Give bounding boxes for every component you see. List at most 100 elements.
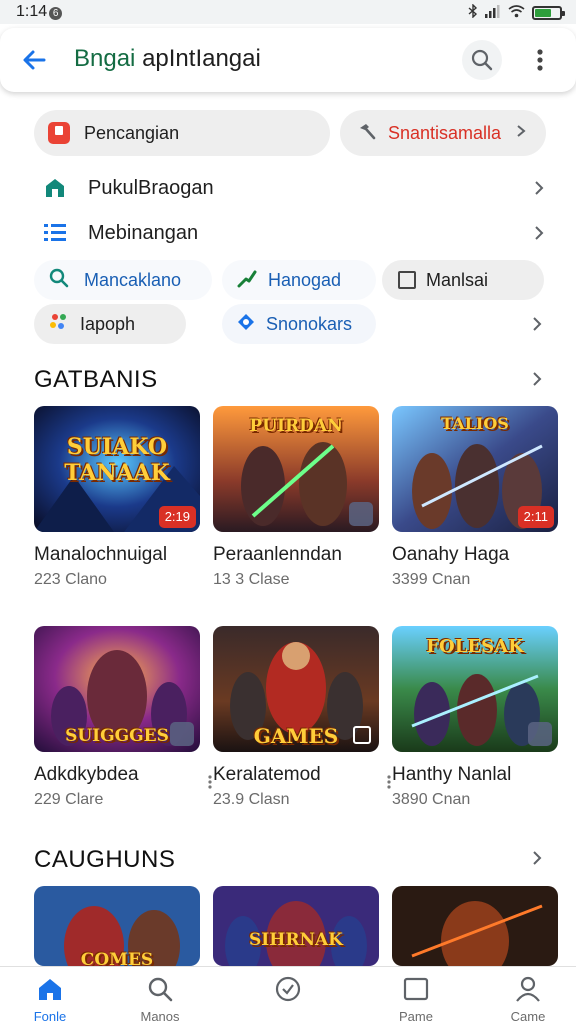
filter-chip-3[interactable]: Iapoph xyxy=(34,304,186,344)
filter-chip-2[interactable]: Manlsai xyxy=(382,260,544,300)
nav-label: Pame xyxy=(399,1009,433,1024)
chip-primary[interactable]: Pencangian xyxy=(34,110,330,156)
filter-chip-4[interactable]: Snonokars xyxy=(222,304,376,344)
expand-icon[interactable] xyxy=(349,502,373,526)
chevron-right-icon[interactable] xyxy=(530,317,544,331)
search-query-title[interactable]: Bngai apIntIangai xyxy=(74,45,261,73)
filter-chip-label: Snonokars xyxy=(266,313,353,334)
bottom-navigation: Fonle Manos Pame Came xyxy=(0,966,576,1024)
list-row-label: Mebinangan xyxy=(88,221,199,244)
game-card[interactable]: GAMES Keralatemod 23.9 Clasn xyxy=(213,626,391,808)
more-options-button[interactable] xyxy=(520,40,560,80)
search-icon xyxy=(48,267,70,294)
game-subtitle: 3399 Cnan xyxy=(392,571,471,588)
search-icon xyxy=(471,49,493,71)
game-thumbnail[interactable]: TALIOS 2:11 xyxy=(392,406,558,532)
filter-chip-label: Mancaklano xyxy=(84,269,182,290)
section-title: CAUGHUNS xyxy=(34,846,176,873)
nav-home[interactable]: Fonle xyxy=(12,967,88,1024)
chip-secondary-label: Snantisamalla xyxy=(388,122,502,143)
hammer-icon xyxy=(356,120,378,147)
bluetooth-icon xyxy=(468,3,478,21)
nav-check[interactable] xyxy=(250,967,326,1024)
chip-secondary[interactable]: Snantisamalla xyxy=(340,110,546,156)
list-icon xyxy=(42,220,68,246)
search-button[interactable] xyxy=(462,40,502,80)
list-row-0[interactable]: PukulBraogan xyxy=(0,168,576,208)
game-card[interactable]: TALIOS 2:11 Oanahy Haga 3399 Cnan xyxy=(392,406,558,588)
chevron-right-icon[interactable] xyxy=(530,372,544,386)
nav-label: Fonle xyxy=(33,1009,67,1024)
game-title: Keralatemod xyxy=(213,764,321,785)
status-time: 1:14 6 xyxy=(16,3,63,21)
game-card[interactable]: SIHRNAK xyxy=(213,886,379,966)
palette-icon xyxy=(48,311,70,338)
person-icon xyxy=(516,976,540,1002)
nav-label: Manos xyxy=(140,1009,180,1024)
chevron-right-icon xyxy=(515,124,527,143)
game-title: Hanthy Nanlal xyxy=(392,764,512,785)
search-icon xyxy=(148,977,173,1002)
nav-search[interactable]: Manos xyxy=(122,967,198,1024)
game-art-title: PUIRDAN xyxy=(249,416,343,436)
battery-icon xyxy=(532,5,565,20)
more-vert-icon xyxy=(537,49,543,71)
game-art-title: FOLESAK xyxy=(426,636,524,657)
game-thumbnail[interactable] xyxy=(392,886,558,966)
game-card[interactable]: SUIGGGES Adkdkybdea 229 Clare xyxy=(34,626,212,808)
chevron-right-icon[interactable] xyxy=(530,851,544,865)
nav-pame[interactable]: Pame xyxy=(378,967,454,1024)
section-title: GATBANIS xyxy=(34,366,158,393)
game-card[interactable]: COMES xyxy=(34,886,200,966)
back-arrow-icon[interactable] xyxy=(20,44,52,76)
filter-chip-label: Iapoph xyxy=(80,313,136,334)
game-subtitle: 223 Clano xyxy=(34,571,107,588)
home-icon xyxy=(39,979,61,1000)
expand-icon[interactable] xyxy=(528,722,552,746)
game-subtitle: 229 Clare xyxy=(34,791,104,808)
filter-chip-label: Hanogad xyxy=(268,269,342,290)
game-card[interactable]: PUIRDAN Peraanlenndan 13 3 Clase xyxy=(213,406,379,588)
game-thumbnail[interactable]: GAMES xyxy=(213,626,379,752)
game-thumbnail[interactable]: SUIGGGES xyxy=(34,626,200,752)
game-title: Manalochnuigal xyxy=(34,544,168,565)
game-card[interactable]: FOLESAK Hanthy Nanlal 3890 Cnan xyxy=(392,626,558,808)
game-title: Peraanlenndan xyxy=(213,544,342,565)
bookmark-icon xyxy=(48,122,70,144)
chevron-right-icon xyxy=(535,226,544,240)
game-subtitle: 23.9 Clasn xyxy=(213,791,290,808)
signal-icon xyxy=(485,4,501,21)
expand-icon[interactable] xyxy=(353,726,371,744)
game-thumbnail[interactable]: SIHRNAK xyxy=(213,886,379,966)
game-thumbnail[interactable]: COMES xyxy=(34,886,200,966)
nav-profile[interactable]: Came xyxy=(490,967,566,1024)
checkbox-icon[interactable] xyxy=(398,271,416,289)
game-card[interactable]: SUIAKO TANAAK 2:19 Manalochnuigal 223 Cl… xyxy=(34,406,200,588)
square-icon xyxy=(403,977,429,1001)
game-card[interactable] xyxy=(392,886,558,966)
list-row-1[interactable]: Mebinangan xyxy=(0,213,576,253)
filter-chip-label: Manlsai xyxy=(426,269,489,290)
status-bar: 1:14 6 xyxy=(0,0,576,24)
search-app-bar: Bngai apIntIangai xyxy=(0,28,576,92)
filter-chip-1[interactable]: Hanogad xyxy=(222,260,376,300)
check-circle-icon xyxy=(275,976,301,1002)
nav-label: Came xyxy=(510,1009,546,1024)
game-art-title: TALIOS xyxy=(441,414,509,433)
status-icons xyxy=(468,3,565,21)
game-art-title: SIHRNAK xyxy=(249,930,343,950)
game-title: Oanahy Haga xyxy=(392,544,510,565)
trending-icon xyxy=(236,267,258,294)
list-row-label: PukulBraogan xyxy=(88,176,214,199)
expand-icon[interactable] xyxy=(170,722,194,746)
duration-badge: 2:19 xyxy=(158,506,196,528)
game-subtitle: 3890 Cnan xyxy=(392,791,471,808)
game-art-title: COMES xyxy=(80,950,154,966)
tag-icon xyxy=(236,312,256,337)
game-subtitle: 13 3 Clase xyxy=(213,571,290,588)
game-thumbnail[interactable]: PUIRDAN xyxy=(213,406,379,532)
chip-primary-label: Pencangian xyxy=(84,122,180,143)
filter-chip-0[interactable]: Mancaklano xyxy=(34,260,212,300)
game-thumbnail[interactable]: SUIAKO TANAAK 2:19 xyxy=(34,406,200,532)
game-thumbnail[interactable]: FOLESAK xyxy=(392,626,558,752)
